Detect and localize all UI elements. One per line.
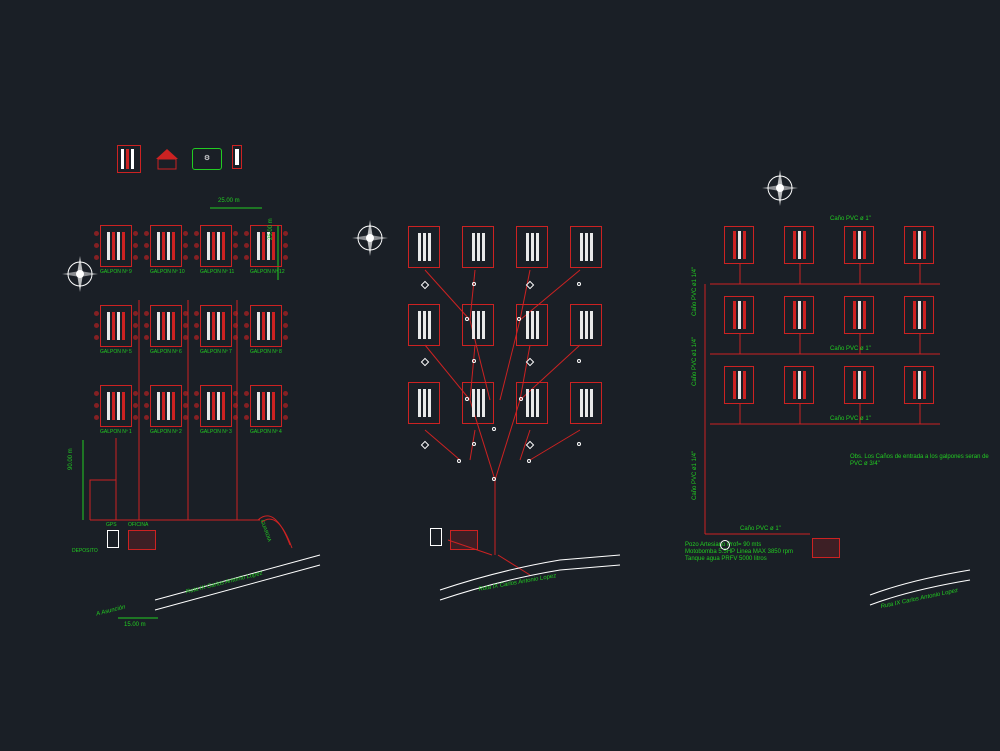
compass-rose-icon (60, 254, 100, 294)
cad-drawing-canvas[interactable]: ⚙ GALPON Nº 9 GALPON Nº 10 GALPON Nº 11 GAL… (0, 0, 1000, 751)
galpon-building (784, 226, 814, 264)
junction-node (526, 281, 534, 289)
galpon-label: GALPON Nº 6 (150, 349, 182, 355)
office-building (812, 538, 840, 558)
pump-marker (720, 540, 730, 550)
junction-node (577, 442, 581, 446)
galpon-building (904, 226, 934, 264)
compass-rose-icon (760, 168, 800, 208)
pipe-label: Caño PVC ø 1" (830, 416, 871, 422)
galpon-building (904, 296, 934, 334)
galpon-building (408, 226, 440, 268)
asuncion-label: A Asunción (96, 604, 126, 617)
galpon-label: GALPON Nº 7 (200, 349, 232, 355)
junction-node (577, 359, 581, 363)
galpon-building (516, 382, 548, 424)
pipe-label: Caño PVC ø 1" (830, 216, 871, 222)
junction-node (519, 397, 523, 401)
junction-node (526, 441, 534, 449)
junction-node (492, 477, 496, 481)
dimension-label: 15.00 m (124, 622, 146, 628)
junction-node (472, 442, 476, 446)
junction-node (517, 317, 521, 321)
legend-symbol (117, 145, 141, 173)
galpon-label: GALPON Nº 1 (100, 429, 132, 435)
galpon-building (570, 226, 602, 268)
galpon-building (844, 366, 874, 404)
junction-node (421, 358, 429, 366)
galpon-building (844, 226, 874, 264)
legend-symbol (152, 145, 176, 173)
galpon-label: GALPON Nº 12 (250, 269, 285, 275)
galpon-label: GALPON Nº 4 (250, 429, 282, 435)
galpon-building (408, 304, 440, 346)
dimension-label: 25.00 m (218, 198, 240, 204)
office-building (450, 530, 478, 550)
compass-rose-icon (350, 218, 390, 258)
ruta-label: Ruta IX Carlos Antonio Lopez (880, 588, 958, 610)
galpon-label: GALPON Nº 2 (150, 429, 182, 435)
junction-node (421, 441, 429, 449)
galpon-label: GALPON Nº 10 (150, 269, 185, 275)
galpon-building (724, 296, 754, 334)
junction-node (492, 427, 496, 431)
junction-node (457, 459, 461, 463)
galpon-building (724, 366, 754, 404)
note-label: Obs. Los Caños de entrada a los galpones… (850, 454, 990, 468)
ruta-label: Ruta IX Carlos Antonio Lopez (185, 571, 263, 596)
galpon-building (516, 304, 548, 346)
galpon-building (570, 382, 602, 424)
galpon-building (784, 296, 814, 334)
galpon-building (904, 366, 934, 404)
office-building (128, 530, 156, 550)
junction-node (577, 282, 581, 286)
galpon-building (408, 382, 440, 424)
galpon-building (462, 382, 494, 424)
pipe-label: Caño PVC ø1 1/4" (692, 267, 698, 316)
pipe-label: Caño PVC ø1 1/4" (692, 451, 698, 500)
galpon-building (570, 304, 602, 346)
legend-symbol (232, 145, 242, 169)
galpon-label: GALPON Nº 8 (250, 349, 282, 355)
junction-node (472, 282, 476, 286)
gps-marker (107, 530, 119, 548)
galpon-label: GALPON Nº 9 (100, 269, 132, 275)
galpon-label: GALPON Nº 5 (100, 349, 132, 355)
galpon-building (724, 226, 754, 264)
galpon-building (844, 296, 874, 334)
junction-node (472, 359, 476, 363)
galpon-building (784, 366, 814, 404)
guardia-label: GUARDIA (259, 519, 272, 542)
junction-node (421, 281, 429, 289)
ruta-label: Ruta IX Carlos Antonio Lopez (478, 573, 557, 593)
pipe-label: Caño PVC ø 1" (740, 526, 781, 532)
deposito-label: DEPOSITO (72, 548, 98, 554)
pipe-label: Caño PVC ø1 1/4" (692, 337, 698, 386)
galpon-label: GALPON Nº 3 (200, 429, 232, 435)
dimension-label: 90.00 m (68, 448, 74, 470)
galpon-building (462, 226, 494, 268)
dimension-label: 25.00 m (268, 218, 274, 240)
oficina-label: OFICINA (128, 522, 148, 528)
galpon-label: GALPON Nº 11 (200, 269, 234, 275)
galpon-building (516, 226, 548, 268)
gps-label: GPS (106, 522, 117, 528)
junction-node (526, 358, 534, 366)
legend-symbol: ⚙ (192, 148, 222, 170)
junction-node (527, 459, 531, 463)
galpon-building (462, 304, 494, 346)
gps-marker (430, 528, 442, 546)
junction-node (465, 317, 469, 321)
junction-node (465, 397, 469, 401)
pipe-label: Caño PVC ø 1" (830, 346, 871, 352)
